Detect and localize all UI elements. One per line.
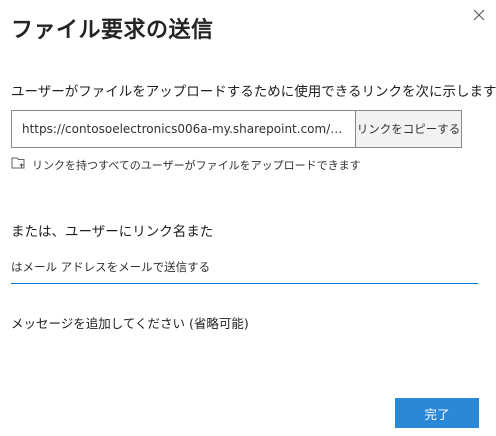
folder-upload-icon: [11, 156, 27, 173]
close-icon[interactable]: [470, 6, 488, 24]
permission-text: リンクを持つすべてのユーザーがファイルをアップロードできます: [32, 158, 361, 172]
email-input-container: [11, 252, 478, 284]
permission-info: リンクを持つすべてのユーザーがファイルをアップロードできます: [11, 156, 361, 173]
message-input[interactable]: メッセージを追加してください (省略可能): [11, 313, 249, 332]
copy-link-button[interactable]: リンクをコピーする: [355, 110, 462, 148]
dialog-title: ファイル要求の送信: [11, 18, 214, 43]
done-button[interactable]: 完了: [395, 398, 479, 428]
share-link-field[interactable]: https://contosoelectronics006a-my.sharep…: [11, 110, 355, 148]
link-row: https://contosoelectronics006a-my.sharep…: [11, 110, 462, 148]
email-input[interactable]: [11, 252, 478, 282]
send-file-request-dialog: ファイル要求の送信 ユーザーがファイルをアップロードするために使用できるリンクを…: [0, 0, 496, 436]
link-description: ユーザーがファイルをアップロードするために使用できるリンクを次に示します: [11, 84, 496, 100]
email-section-label: または、ユーザーにリンク名また: [11, 224, 214, 240]
